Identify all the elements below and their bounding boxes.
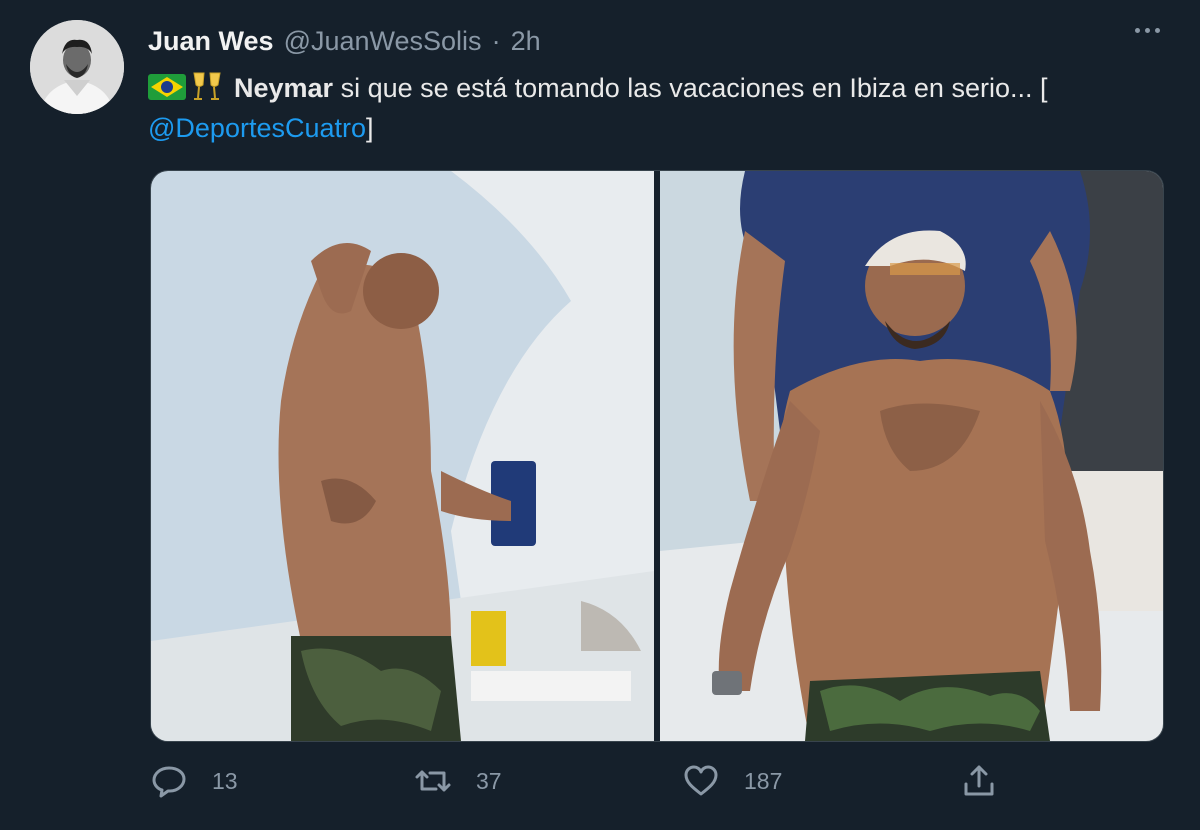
retweet-count: 37: [476, 767, 502, 794]
author-handle[interactable]: @JuanWesSolis: [284, 26, 482, 57]
tweet-header: Juan Wes @JuanWesSolis · 2h: [148, 26, 541, 60]
media-grid: [150, 170, 1164, 742]
clinking-glasses-icon: [193, 72, 221, 100]
mention-link[interactable]: @DeportesCuatro: [148, 113, 366, 143]
timestamp[interactable]: 2h: [511, 26, 541, 57]
like-icon: [684, 765, 718, 796]
photo-right-image: [660, 171, 1163, 741]
reply-count: 13: [212, 767, 238, 794]
share-action[interactable]: [960, 762, 998, 800]
brazil-flag-icon: [148, 74, 186, 100]
tweet-actions: 13 37 187: [150, 762, 1162, 812]
tweet-text: Neymar si que se está tomando las vacaci…: [148, 68, 1158, 148]
like-action[interactable]: 187: [682, 762, 782, 800]
reply-icon: [152, 766, 186, 798]
share-icon: [964, 765, 994, 796]
more-icon[interactable]: [1135, 28, 1160, 33]
author-name[interactable]: Juan Wes: [148, 26, 274, 57]
retweet-action[interactable]: 37: [414, 762, 502, 800]
separator: ·: [491, 26, 501, 56]
tweet-body-text: si que se está tomando las vacaciones en…: [333, 73, 1048, 103]
avatar-image: [30, 20, 124, 114]
photo-right[interactable]: [660, 171, 1163, 741]
like-count: 187: [744, 767, 783, 794]
tweet-end-text: ]: [366, 113, 374, 143]
avatar[interactable]: [30, 20, 124, 114]
photo-left-image: [151, 171, 654, 741]
photo-left[interactable]: [151, 171, 654, 741]
tweet-bold-text: Neymar: [234, 73, 334, 103]
reply-action[interactable]: 13: [150, 762, 238, 800]
retweet-icon: [415, 770, 451, 792]
